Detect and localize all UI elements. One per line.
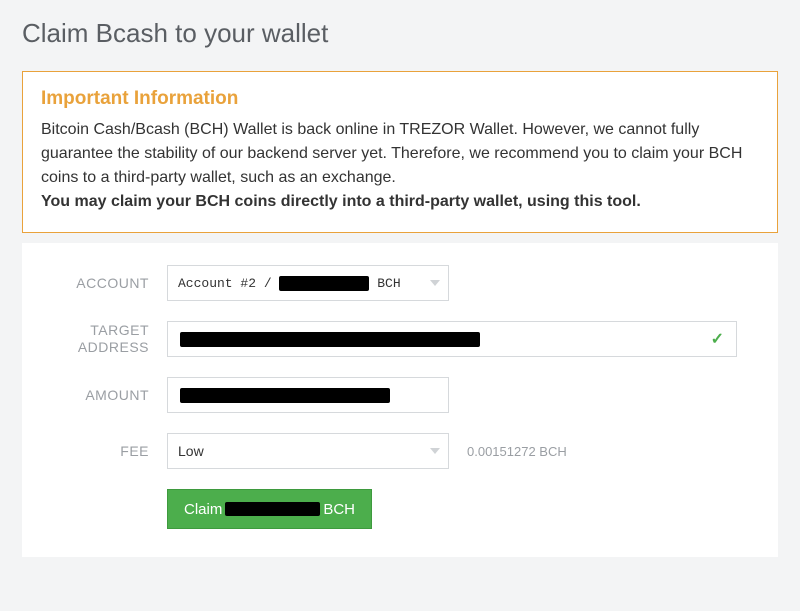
fee-label: FEE bbox=[52, 443, 167, 460]
account-value-prefix: Account #2 / bbox=[178, 276, 279, 291]
claim-button-redacted bbox=[225, 502, 320, 516]
button-row: Claim BCH bbox=[52, 489, 748, 529]
info-body-bold: You may claim your BCH coins directly in… bbox=[41, 193, 641, 210]
info-body: Bitcoin Cash/Bcash (BCH) Wallet is back … bbox=[41, 118, 759, 214]
address-redacted bbox=[180, 332, 480, 347]
fee-select[interactable]: Low bbox=[167, 433, 449, 469]
claim-button-prefix: Claim bbox=[184, 501, 222, 518]
amount-label: AMOUNT bbox=[52, 387, 167, 404]
target-address-row: TARGET ADDRESS ✓ bbox=[52, 321, 748, 357]
target-address-input[interactable]: ✓ bbox=[167, 321, 737, 357]
target-address-label: TARGET ADDRESS bbox=[52, 322, 167, 356]
amount-redacted bbox=[180, 388, 390, 403]
fee-amount-note: 0.00151272 BCH bbox=[467, 444, 567, 459]
page-title: Claim Bcash to your wallet bbox=[22, 18, 778, 49]
account-redacted bbox=[279, 276, 369, 291]
account-value-suffix: BCH bbox=[369, 276, 400, 291]
claim-button-suffix: BCH bbox=[323, 501, 355, 518]
claim-form-panel: ACCOUNT Account #2 / BCH TARGET ADDRESS … bbox=[22, 243, 778, 557]
chevron-down-icon bbox=[430, 448, 440, 454]
fee-selected-value: Low bbox=[178, 443, 204, 459]
fee-row: FEE Low 0.00151272 BCH bbox=[52, 433, 748, 469]
account-row: ACCOUNT Account #2 / BCH bbox=[52, 265, 748, 301]
important-info-box: Important Information Bitcoin Cash/Bcash… bbox=[22, 71, 778, 233]
amount-input[interactable] bbox=[167, 377, 449, 413]
account-select[interactable]: Account #2 / BCH bbox=[167, 265, 449, 301]
check-icon: ✓ bbox=[711, 329, 724, 349]
account-label: ACCOUNT bbox=[52, 275, 167, 292]
claim-button[interactable]: Claim BCH bbox=[167, 489, 372, 529]
info-title: Important Information bbox=[41, 88, 759, 110]
chevron-down-icon bbox=[430, 280, 440, 286]
amount-row: AMOUNT bbox=[52, 377, 748, 413]
info-body-text: Bitcoin Cash/Bcash (BCH) Wallet is back … bbox=[41, 121, 742, 186]
